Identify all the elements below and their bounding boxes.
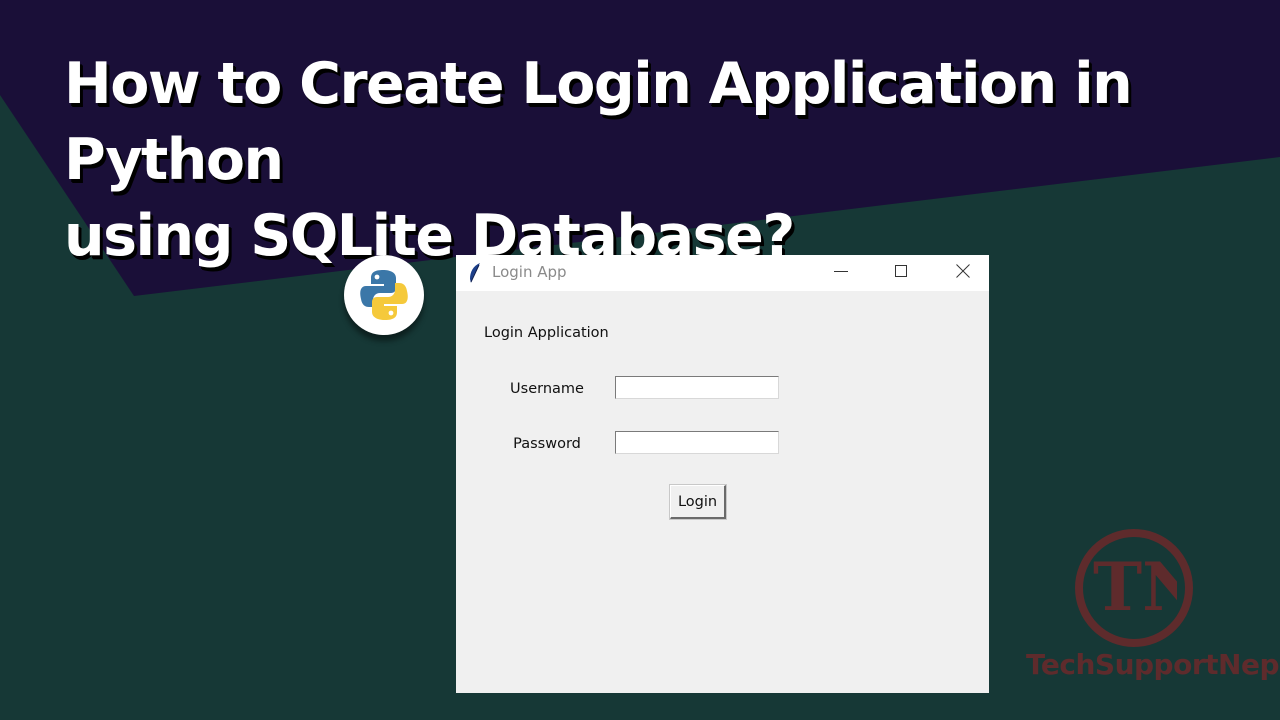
minimize-icon	[834, 271, 848, 272]
minimize-button[interactable]	[818, 255, 864, 287]
close-button[interactable]	[940, 255, 986, 287]
close-icon	[956, 264, 970, 278]
window-titlebar[interactable]: Login App	[456, 255, 989, 291]
username-label: Username	[510, 381, 584, 397]
password-field[interactable]	[615, 431, 779, 454]
headline-line-1: How to Create Login Application in Pytho…	[64, 51, 1133, 193]
maximize-button[interactable]	[878, 255, 924, 287]
maximize-icon	[895, 265, 907, 277]
login-app-window: Login App Login Application Username Pas…	[456, 255, 989, 693]
watermark-text: TechSupportNep	[1026, 648, 1279, 681]
python-logo-icon	[360, 270, 408, 320]
headline: How to Create Login Application in Pytho…	[64, 46, 1244, 274]
watermark-monogram: TN	[1093, 552, 1177, 622]
login-button[interactable]: Login	[669, 484, 727, 520]
app-heading-label: Login Application	[484, 325, 609, 341]
tk-feather-icon	[468, 262, 482, 288]
password-label: Password	[513, 436, 581, 452]
username-field[interactable]	[615, 376, 779, 399]
window-title: Login App	[492, 263, 567, 281]
python-logo	[344, 255, 424, 335]
